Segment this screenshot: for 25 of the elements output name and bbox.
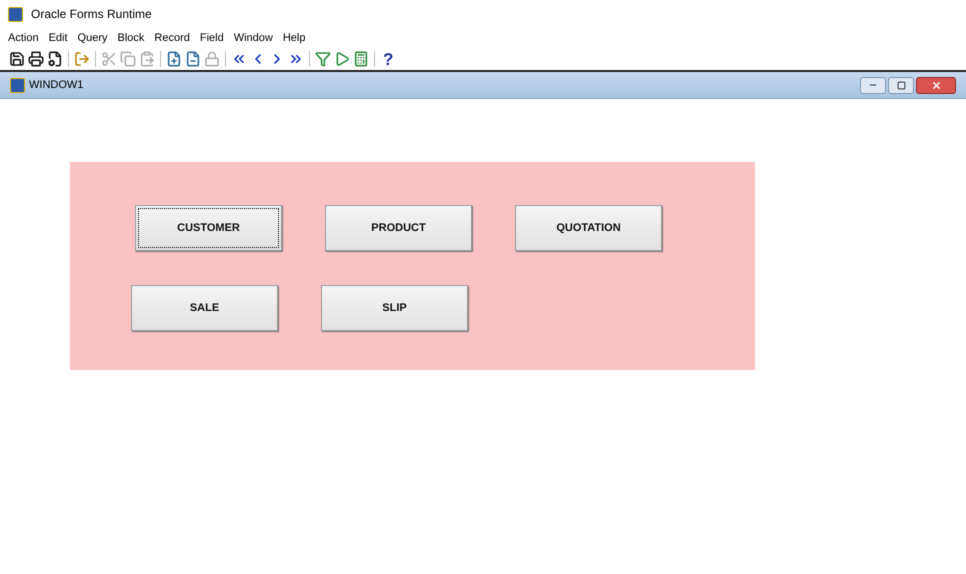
form-button[interactable]: CUSTOMER [135, 205, 282, 251]
maximize-icon [896, 80, 906, 90]
menu-item[interactable]: Record [154, 30, 190, 46]
exit-icon[interactable] [74, 51, 90, 67]
form-button[interactable]: SLIP [321, 285, 468, 331]
menu-item[interactable]: Field [200, 30, 224, 46]
menu-item[interactable]: Action [8, 30, 39, 46]
save-icon[interactable] [9, 51, 25, 67]
menu-item[interactable]: Window [234, 30, 273, 46]
print-icon[interactable] [28, 51, 44, 67]
form-button[interactable]: PRODUCT [325, 205, 472, 251]
menu-item[interactable]: Query [78, 30, 108, 46]
help-button[interactable]: ? [383, 50, 394, 68]
menu-item[interactable]: Help [282, 30, 306, 46]
form-button[interactable]: SALE [131, 285, 278, 331]
menu-item[interactable]: Edit [48, 30, 68, 46]
maximize-button[interactable] [888, 76, 914, 94]
close-icon [930, 80, 942, 90]
app-title: Oracle Forms Runtime [31, 6, 152, 23]
close-button[interactable] [916, 76, 956, 94]
window-title: WINDOW1 [29, 78, 84, 93]
app-icon [8, 6, 23, 22]
form-button[interactable]: QUOTATION [515, 205, 662, 251]
menu-item[interactable]: Block [118, 30, 144, 46]
app-icon [10, 78, 25, 92]
